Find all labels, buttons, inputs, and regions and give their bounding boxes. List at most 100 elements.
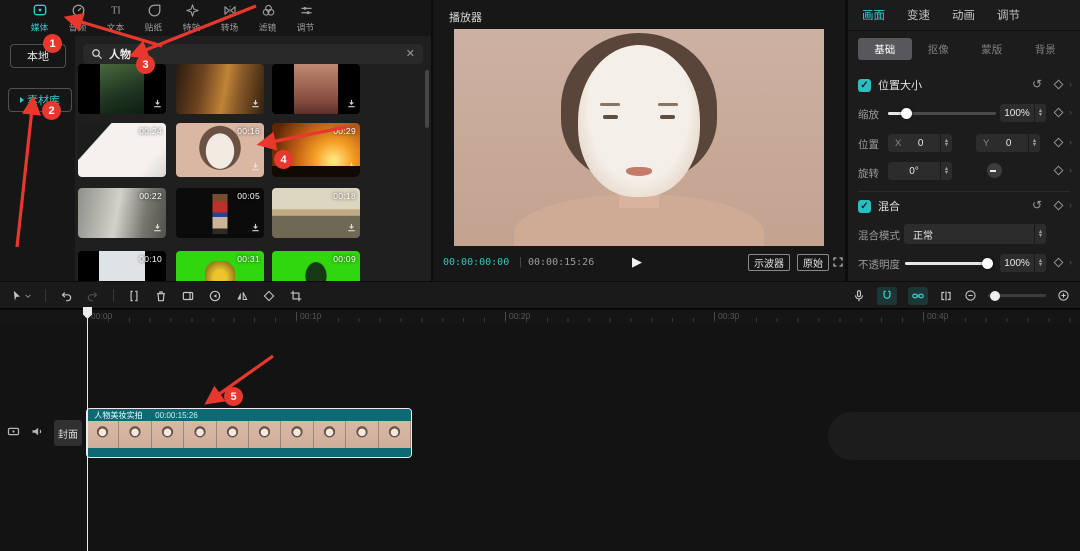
zoom-out-icon[interactable] [964,289,977,302]
fullscreen-icon[interactable] [832,256,844,271]
stepper-icon[interactable]: ▲▼ [1034,104,1046,122]
position-y-box[interactable]: Y 0 ▲▼ [976,134,1040,152]
video-clip[interactable]: 人物美妆实拍 00:00:15:26 [86,408,412,458]
play-icon[interactable]: ▶ [632,254,642,270]
freeze-frame-icon[interactable] [181,289,195,303]
toolbar-tab-media[interactable]: 媒体 [21,2,59,34]
tab-adjust[interactable]: 调节 [997,7,1020,23]
stepper-icon[interactable]: ▲▼ [940,162,952,180]
stepper-icon[interactable]: ▲▼ [1034,254,1046,272]
thumbnail-blurry-indoor[interactable]: 00:22 [78,188,166,238]
preview-axis-icon[interactable] [939,289,953,303]
download-icon[interactable] [250,222,261,236]
thumbnail-warm-portrait[interactable] [272,64,360,114]
cover-button[interactable]: 封面 [54,420,82,446]
reverse-icon[interactable] [208,289,222,303]
delete-icon[interactable] [154,289,168,303]
download-icon[interactable] [152,98,163,112]
thumbnail-beauty-face[interactable]: 00:16 [176,123,264,177]
video-preview[interactable] [454,29,824,246]
toolbar-tab-effects[interactable]: 特效 [173,2,211,34]
download-icon[interactable] [346,161,357,175]
scale-keyframe-icon[interactable] [1054,108,1064,118]
timeline-zoom-slider[interactable] [988,294,1046,297]
thumbnail-green-screen-character[interactable]: 00:09 [272,251,360,281]
search-input[interactable]: 人物 ✕ [83,44,423,64]
opacity-slider[interactable] [905,262,993,265]
position-x-box[interactable]: X 0 ▲▼ [888,134,952,152]
magnet-snap-icon[interactable] [877,287,897,305]
time-divider: | [519,256,522,268]
download-icon[interactable] [346,98,357,112]
thumbnail-duration: 00:31 [237,254,260,264]
toolbar-tab-filter[interactable]: 滤镜 [249,2,287,34]
download-icon[interactable] [250,161,261,175]
mute-track-icon[interactable] [30,424,45,442]
blend-checkbox[interactable]: ✓ [858,200,871,213]
download-icon[interactable] [152,161,163,175]
rotate-knob[interactable] [987,163,1002,178]
main-track-icon[interactable] [6,424,21,442]
position-label: 位置 [858,137,879,152]
media-scrollbar[interactable] [425,70,429,128]
stepper-icon[interactable]: ▲▼ [1028,134,1040,152]
tab-picture[interactable]: 画面 [862,7,885,23]
original-button[interactable]: 原始 [797,254,829,271]
thumbnail-lake-dusk[interactable]: 00:18 [272,188,360,238]
thumbnail-mask-closeup[interactable]: 00:24 [78,123,166,177]
stepper-icon[interactable]: ▲▼ [940,134,952,152]
brow-left [600,103,620,106]
toolbar-tab-adjust[interactable]: 调节 [287,2,325,34]
stepper-icon[interactable]: ▲▼ [1034,224,1046,244]
toolbar-tab-sticker[interactable]: 贴纸 [135,2,173,34]
toolbar-tab-text[interactable]: TI文本 [97,2,135,34]
toolbar-tab-transition[interactable]: 转场 [211,2,249,34]
lips [626,167,652,176]
close-icon[interactable]: ✕ [406,49,415,60]
keyframe-icon[interactable] [1054,80,1064,90]
thumbnail-green-screen-robot[interactable]: 00:31 [176,251,264,281]
tab-animation[interactable]: 动画 [952,7,975,23]
download-icon[interactable] [250,98,261,112]
download-icon[interactable] [346,222,357,236]
redo-icon[interactable] [86,289,100,303]
opacity-keyframe-icon[interactable] [1054,258,1064,268]
subtab-cutout[interactable]: 抠像 [912,38,966,60]
scale-value-box[interactable]: 100% ▲▼ [1000,104,1046,122]
scope-button[interactable]: 示波器 [748,254,790,271]
undo-icon[interactable] [59,289,73,303]
subtab-background[interactable]: 背景 [1019,38,1073,60]
opacity-value-box[interactable]: 100% ▲▼ [1000,254,1046,272]
blend-reset-icon[interactable]: ↺ [1032,198,1042,212]
blend-keyframe-icon[interactable] [1054,201,1064,211]
split-icon[interactable] [127,289,141,303]
link-clips-icon[interactable] [908,287,928,305]
thumbnail-forest-portrait[interactable] [78,64,166,114]
timeline-ruler[interactable]: 00:0000:1000:2000:3000:40 [0,310,1080,324]
crop-icon[interactable] [289,289,303,303]
record-mic-icon[interactable] [852,289,866,303]
blend-mode-select[interactable]: 正常 ▲▼ [904,224,1046,244]
select-tool-icon[interactable] [10,289,32,303]
zoom-in-icon[interactable] [1057,289,1070,302]
position-keyframe-icon[interactable] [1054,138,1064,148]
subtab-mask[interactable]: 蒙版 [965,38,1019,60]
reset-icon[interactable]: ↺ [1032,77,1042,91]
download-icon[interactable] [152,222,163,236]
tab-speed[interactable]: 变速 [907,7,930,23]
playhead[interactable] [87,308,88,551]
rotate-keyframe-icon[interactable] [1054,166,1064,176]
sidebar-item-library[interactable]: 素材库 [8,88,72,112]
subtab-basic[interactable]: 基础 [858,38,912,60]
rotate-icon[interactable] [262,289,276,303]
position-size-checkbox[interactable]: ✓ [858,79,871,92]
adjust-icon [299,2,314,18]
toolbar-tab-audio[interactable]: 音频 [59,2,97,34]
thumbnail-room-person[interactable]: 00:10 [78,251,166,281]
thumbnail-bridge-sunset[interactable] [176,64,264,114]
playhead-handle[interactable] [82,306,93,323]
rotate-value-box[interactable]: 0° ▲▼ [888,162,952,180]
mirror-icon[interactable] [235,289,249,303]
scale-slider[interactable] [888,112,996,115]
thumbnail-cartoon-figure[interactable]: 00:05 [176,188,264,238]
